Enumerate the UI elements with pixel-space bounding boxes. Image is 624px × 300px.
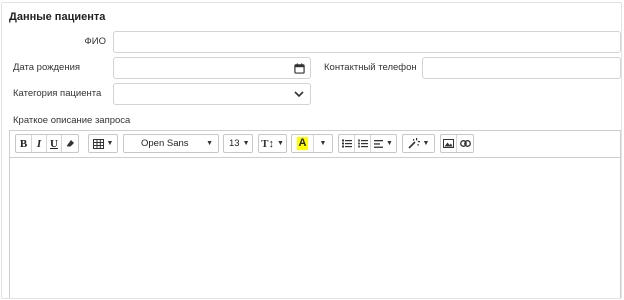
fio-label: ФИО [84,36,106,47]
clear-format-button[interactable] [62,135,78,152]
table-dropdown[interactable]: ▼ [88,134,118,153]
insert-group [440,134,474,153]
paragraph-group: ▼ [338,134,397,153]
chevron-down-icon: ▼ [242,140,250,147]
color-picker[interactable]: A ▼ [291,134,333,153]
color-dropdown-toggle[interactable]: ▼ [314,135,332,152]
category-select[interactable] [113,83,311,105]
table-icon [92,138,104,149]
style-dropdown[interactable]: ▼ [402,134,435,153]
calendar-icon[interactable] [294,63,305,74]
align-icon [374,139,384,148]
highlight-color-icon: A [296,137,309,150]
underline-button[interactable]: U [47,135,62,152]
ordered-list-button[interactable] [355,135,371,152]
birth-date-input[interactable] [113,57,311,79]
chevron-down-icon: ▼ [276,140,284,147]
ordered-list-icon [357,139,368,148]
chevron-down-icon [294,91,304,98]
format-group: B I U [15,134,79,153]
image-icon [443,139,454,148]
font-size-value: 13 [229,138,240,149]
font-family-value: Open Sans [141,138,189,149]
eraser-icon [66,140,74,147]
phone-label: Контактный телефон [324,62,417,73]
unordered-list-icon [341,139,352,148]
unordered-list-button[interactable] [339,135,355,152]
line-height-dropdown[interactable]: T↕ ▼ [258,134,287,153]
bold-button[interactable]: B [16,135,32,152]
fio-input[interactable] [113,31,621,53]
italic-button[interactable]: I [32,135,47,152]
chevron-down-icon: ▼ [206,140,213,147]
editor-content-area[interactable] [10,158,620,298]
insert-link-button[interactable] [457,135,473,152]
magic-wand-icon [407,138,420,149]
font-family-select[interactable]: Open Sans ▼ [123,134,219,153]
description-label: Краткое описание запроса [13,115,131,126]
rich-text-editor: B I U ▼ Open Sans ▼ 13 ▼ T↕ ▼ A ▼ ▼ ▼ [9,130,621,298]
align-dropdown[interactable]: ▼ [371,135,396,152]
phone-input[interactable] [422,57,621,79]
editor-toolbar: B I U ▼ Open Sans ▼ 13 ▼ T↕ ▼ A ▼ ▼ ▼ [10,131,620,158]
chevron-down-icon: ▼ [422,140,430,147]
text-height-icon: T↕ [261,137,274,150]
section-title: Данные пациента [9,11,106,23]
link-icon [459,140,471,147]
birth-date-label: Дата рождения [13,62,81,73]
text-color-button[interactable]: A [292,135,314,152]
chevron-down-icon: ▼ [386,140,393,147]
chevron-down-icon: ▼ [106,140,114,147]
chevron-down-icon: ▼ [319,140,327,147]
font-size-select[interactable]: 13 ▼ [223,134,253,153]
category-label: Категория пациента [13,88,102,99]
insert-image-button[interactable] [441,135,457,152]
